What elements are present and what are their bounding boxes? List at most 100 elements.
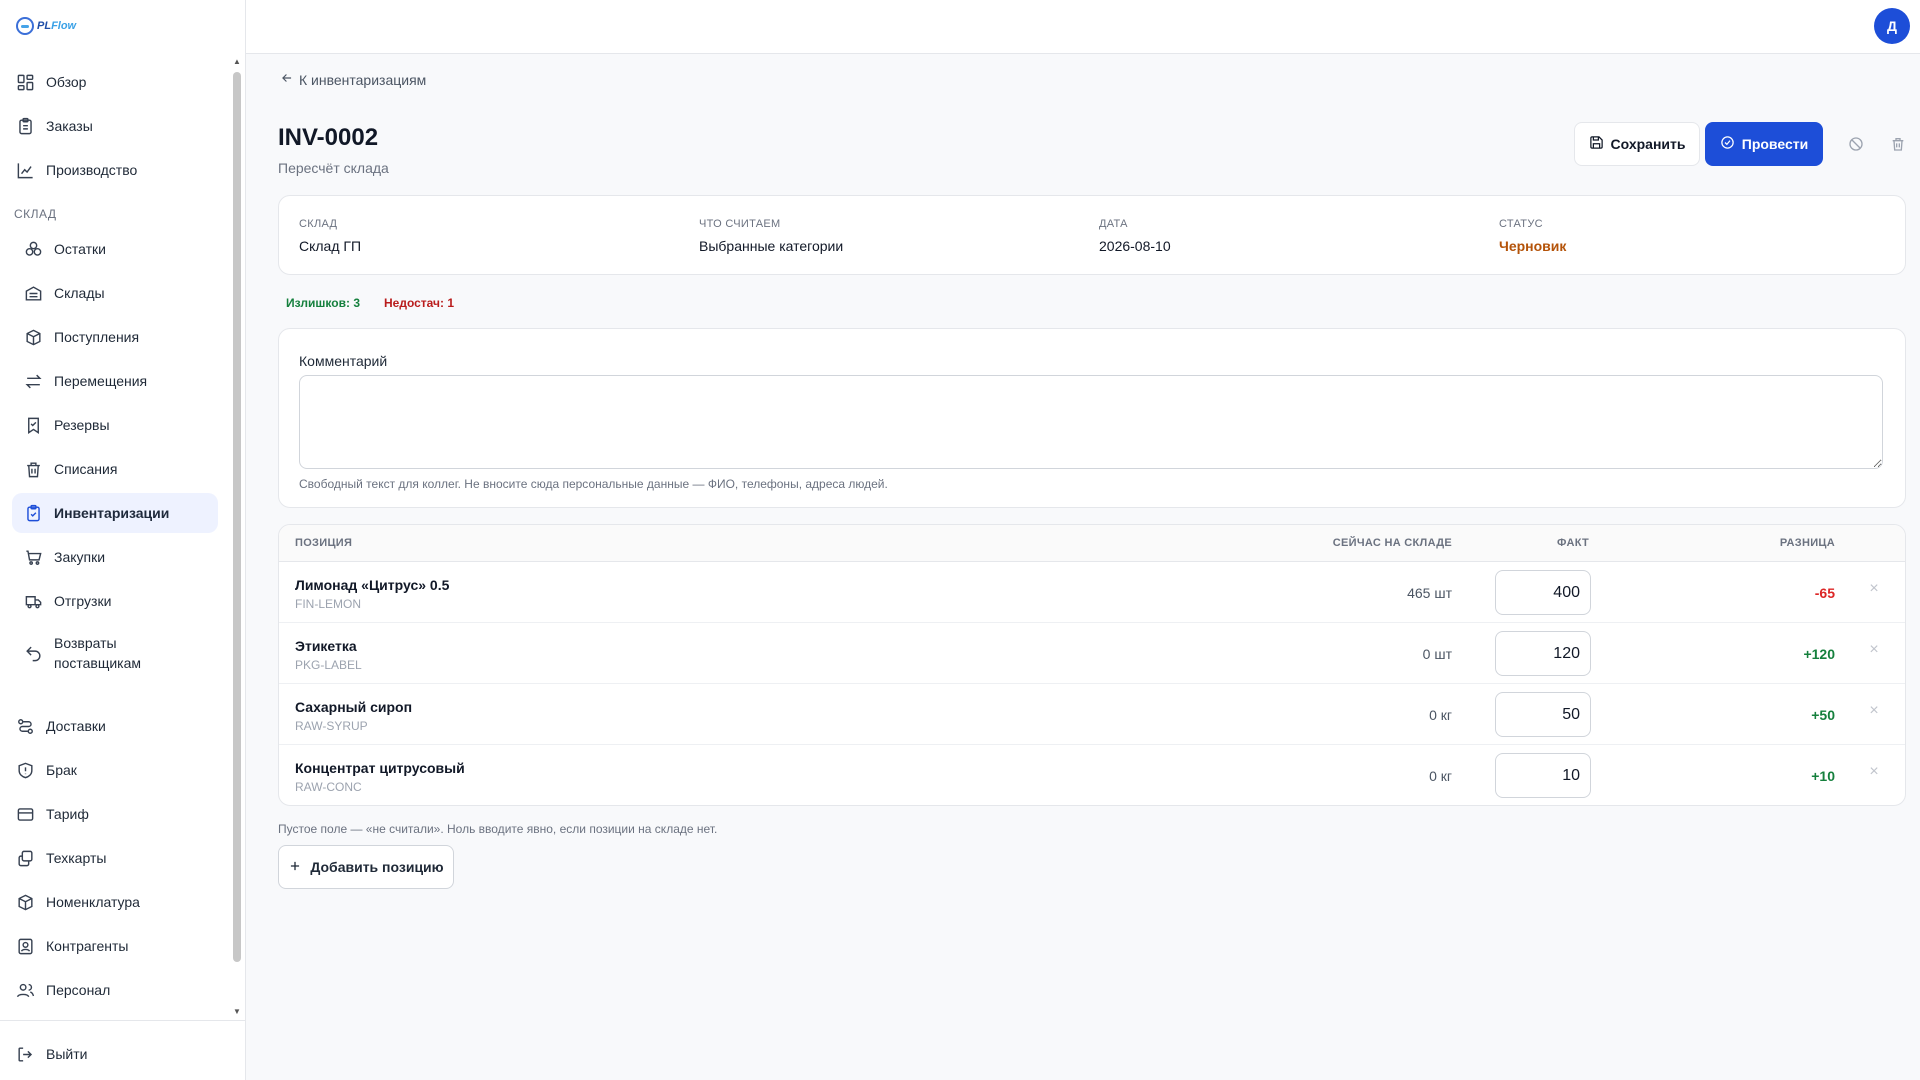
sidebar-item-nomenclature[interactable]: Номенклатура: [12, 882, 218, 922]
info-warehouse-value: Склад ГП: [299, 238, 362, 254]
sidebar-item-label: Производство: [46, 162, 138, 178]
info-date-label: ДАТА: [1099, 218, 1128, 230]
sidebar-item-purchases[interactable]: Закупки: [12, 537, 218, 577]
warehouse-icon: [22, 282, 44, 304]
scroll-down-icon[interactable]: ▼: [233, 1008, 241, 1016]
sidebar-item-label: Тариф: [46, 806, 89, 822]
info-date: ДАТА 2026-08-10: [1099, 218, 1171, 254]
shortage-count: Недостач: 1: [384, 296, 455, 310]
sidebar-item-production[interactable]: Производство: [12, 150, 218, 190]
package-in-icon: [22, 326, 44, 348]
save-button-label: Сохранить: [1610, 136, 1686, 152]
fact-input[interactable]: [1495, 692, 1591, 737]
status-badge: Черновик: [1499, 238, 1567, 254]
sidebar-item-warehouses[interactable]: Склады: [12, 273, 218, 313]
card-icon: [14, 803, 36, 825]
grid-icon: [14, 71, 36, 93]
sidebar-item-transfers[interactable]: Перемещения: [12, 361, 218, 401]
remove-row-icon[interactable]: ×: [1867, 703, 1881, 719]
check-circle-icon: [1720, 135, 1735, 153]
info-scope-value: Выбранные категории: [699, 238, 844, 254]
item-diff: +120: [1803, 646, 1835, 662]
column-header-stock: СЕЙЧАС НА СКЛАДЕ: [1332, 537, 1452, 549]
discrepancy-stats: Излишков: 3 Недостач: 1: [286, 296, 454, 310]
info-warehouse-label: СКЛАД: [299, 218, 338, 230]
item-diff: +50: [1811, 707, 1835, 723]
comment-textarea[interactable]: [299, 375, 1883, 469]
table-row: Концентрат цитрусовый RAW-CONC 0 кг +10 …: [279, 745, 1905, 805]
sidebar-item-label: Техкарты: [46, 850, 107, 866]
undo-icon: [22, 642, 44, 664]
page-subtitle: Пересчёт склада: [278, 160, 389, 176]
sidebar-item-supplier-returns[interactable]: Возвраты поставщикам: [12, 625, 218, 681]
remove-row-icon[interactable]: ×: [1867, 642, 1881, 658]
cancel-icon[interactable]: [1846, 134, 1866, 154]
post-button[interactable]: Провести: [1705, 122, 1823, 166]
sidebar-scrollbar[interactable]: [233, 72, 241, 962]
route-icon: [14, 715, 36, 737]
info-scope: ЧТО СЧИТАЕМ Выбранные категории: [699, 218, 843, 254]
fact-input[interactable]: [1495, 753, 1591, 798]
item-diff: -65: [1814, 585, 1835, 601]
users-icon: [14, 979, 36, 1001]
floppy-icon: [1589, 135, 1604, 153]
shield-alert-icon: [14, 759, 36, 781]
sidebar-item-tariff[interactable]: Тариф: [12, 794, 218, 834]
logout-label: Выйти: [46, 1046, 88, 1062]
column-header-fact: ФАКТ: [1557, 537, 1589, 549]
sidebar-divider: [0, 1020, 246, 1021]
contact-icon: [14, 935, 36, 957]
sidebar-item-label: Склады: [54, 285, 105, 301]
item-stock: 0 кг: [1429, 768, 1452, 784]
logo-icon: [16, 17, 34, 35]
logout-button[interactable]: Выйти: [12, 1034, 218, 1074]
sidebar-item-inventories[interactable]: Инвентаризации: [12, 493, 218, 533]
sidebar-item-label: Остатки: [54, 241, 106, 257]
table-row: Этикетка PKG-LABEL 0 шт +120 ×: [279, 623, 1905, 684]
sidebar-item-label: Поступления: [54, 329, 140, 345]
sidebar-item-label: Списания: [54, 461, 118, 477]
remove-row-icon[interactable]: ×: [1867, 764, 1881, 780]
item-name: Лимонад «Цитрус» 0.5: [295, 577, 450, 593]
surplus-count: Излишков: 3: [286, 296, 360, 310]
sidebar-item-staff[interactable]: Персонал: [12, 970, 218, 1010]
trash-icon[interactable]: [1888, 134, 1908, 154]
sidebar-item-defects[interactable]: Брак: [12, 750, 218, 790]
sidebar-item-deliveries[interactable]: Доставки: [12, 706, 218, 746]
sidebar-item-label: Заказы: [46, 118, 93, 134]
page-title: INV-0002: [278, 124, 379, 151]
app-logo[interactable]: PLFlow: [16, 17, 76, 35]
info-scope-label: ЧТО СЧИТАЕМ: [699, 218, 781, 230]
sidebar-item-shipments[interactable]: Отгрузки: [12, 581, 218, 621]
item-sku: RAW-SYRUP: [295, 719, 368, 733]
sidebar-item-techcards[interactable]: Техкарты: [12, 838, 218, 878]
sidebar-item-label: Доставки: [46, 718, 106, 734]
layers-icon: [14, 847, 36, 869]
sidebar-item-reserves[interactable]: Резервы: [12, 405, 218, 445]
save-button[interactable]: Сохранить: [1574, 122, 1700, 166]
sidebar-item-writeoffs[interactable]: Списания: [12, 449, 218, 489]
item-sku: FIN-LEMON: [295, 597, 361, 611]
boxes-icon: [22, 238, 44, 260]
info-date-value: 2026-08-10: [1099, 238, 1171, 254]
back-link[interactable]: К инвентаризациям: [280, 71, 426, 88]
sidebar-item-stock[interactable]: Остатки: [12, 229, 218, 269]
sidebar-item-counterparties[interactable]: Контрагенты: [12, 926, 218, 966]
sidebar-item-orders[interactable]: Заказы: [12, 106, 218, 146]
column-header-diff: РАЗНИЦА: [1779, 537, 1835, 549]
item-name: Концентрат цитрусовый: [295, 760, 465, 776]
sidebar-section-warehouse: СКЛАД: [14, 207, 57, 221]
scroll-up-icon[interactable]: ▲: [233, 58, 241, 66]
info-warehouse: СКЛАД Склад ГП: [299, 218, 361, 254]
sidebar-item-overview[interactable]: Обзор: [12, 62, 218, 102]
item-stock: 0 кг: [1429, 707, 1452, 723]
sidebar-item-label: Инвентаризации: [54, 505, 170, 521]
add-position-button[interactable]: Добавить позицию: [278, 845, 454, 889]
avatar[interactable]: Д: [1874, 8, 1910, 44]
fact-input[interactable]: [1495, 631, 1591, 676]
remove-row-icon[interactable]: ×: [1867, 581, 1881, 597]
fact-input[interactable]: [1495, 570, 1591, 615]
sidebar-item-receipts[interactable]: Поступления: [12, 317, 218, 357]
table-row: Лимонад «Цитрус» 0.5 FIN-LEMON 465 шт -6…: [279, 562, 1905, 623]
info-status-label: СТАТУС: [1499, 218, 1543, 230]
